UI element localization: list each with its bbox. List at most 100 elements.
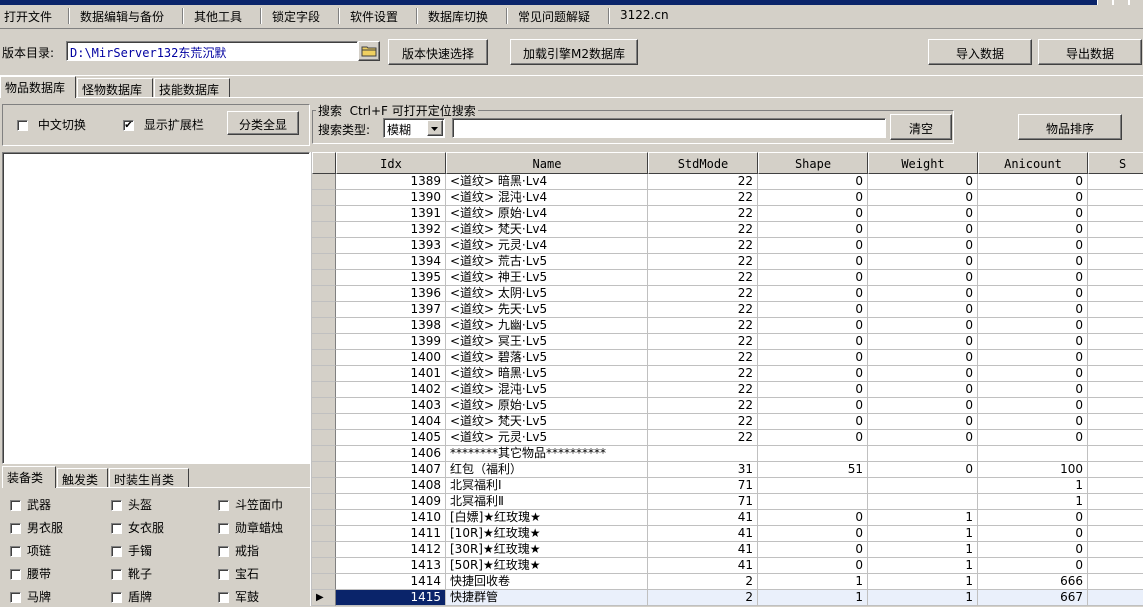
header-stdmode[interactable]: StdMode xyxy=(648,152,758,174)
tab-skill-db[interactable]: 技能数据库 xyxy=(154,78,230,98)
cell-shape[interactable]: 0 xyxy=(758,190,868,206)
cell-stdmode[interactable]: 22 xyxy=(648,302,758,318)
cell-name[interactable]: <道纹> 暗黑·Lv4 xyxy=(446,174,648,190)
load-engine-db-button[interactable]: 加载引擎M2数据库 xyxy=(510,39,638,65)
cell-shape[interactable]: 0 xyxy=(758,174,868,190)
cell-weight[interactable]: 0 xyxy=(868,382,978,398)
cell-shape[interactable]: 0 xyxy=(758,222,868,238)
cell-anicount[interactable]: 0 xyxy=(978,334,1088,350)
cell-idx[interactable]: 1409 xyxy=(336,494,446,510)
chinese-toggle-checkbox[interactable]: 中文切换 xyxy=(17,116,86,133)
cell-shape[interactable]: 0 xyxy=(758,542,868,558)
cell-anicount[interactable]: 100 xyxy=(978,462,1088,478)
cell-shape[interactable]: 0 xyxy=(758,414,868,430)
cell-name[interactable]: <道纹> 元灵·Lv5 xyxy=(446,430,648,446)
cell-weight[interactable]: 0 xyxy=(868,286,978,302)
row-indicator[interactable] xyxy=(312,270,336,286)
cell-weight[interactable]: 0 xyxy=(868,366,978,382)
cell-stdmode[interactable]: 71 xyxy=(648,478,758,494)
import-data-button[interactable]: 导入数据 xyxy=(928,39,1032,65)
cell-weight[interactable]: 1 xyxy=(868,558,978,574)
cell-stdmode[interactable]: 22 xyxy=(648,206,758,222)
search-type-select[interactable]: 模糊 xyxy=(383,118,445,138)
table-row[interactable]: 1396 <道纹> 太阴·Lv5 22 0 0 0 xyxy=(312,286,1143,302)
cat-bracelet[interactable]: 手镯 xyxy=(111,542,152,559)
menu-software-settings[interactable]: 软件设置 xyxy=(350,8,398,25)
cell-anicount[interactable]: 0 xyxy=(978,510,1088,526)
cell-shape[interactable]: 0 xyxy=(758,318,868,334)
cat-belt[interactable]: 腰带 xyxy=(10,565,51,582)
cell-next[interactable] xyxy=(1088,462,1143,478)
cell-stdmode[interactable]: 41 xyxy=(648,558,758,574)
cell-shape[interactable]: 51 xyxy=(758,462,868,478)
checkbox-box[interactable] xyxy=(218,592,229,603)
cell-idx[interactable]: 1398 xyxy=(336,318,446,334)
cell-idx[interactable]: 1394 xyxy=(336,254,446,270)
cell-next[interactable] xyxy=(1088,558,1143,574)
cell-weight[interactable]: 0 xyxy=(868,238,978,254)
cat-war-drum[interactable]: 军鼓 xyxy=(218,588,259,605)
cell-shape[interactable]: 1 xyxy=(758,590,868,606)
version-quick-select-button[interactable]: 版本快速选择 xyxy=(388,39,488,65)
cat-gem[interactable]: 宝石 xyxy=(218,565,259,582)
cell-weight[interactable]: 0 xyxy=(868,206,978,222)
cat-shield-tag[interactable]: 盾牌 xyxy=(111,588,152,605)
cell-anicount[interactable]: 667 xyxy=(978,590,1088,606)
cell-idx[interactable]: 1411 xyxy=(336,526,446,542)
cell-idx[interactable]: 1405 xyxy=(336,430,446,446)
cell-weight[interactable]: 0 xyxy=(868,318,978,334)
cell-next[interactable] xyxy=(1088,318,1143,334)
cell-stdmode[interactable]: 41 xyxy=(648,542,758,558)
checkbox-box[interactable] xyxy=(10,523,21,534)
cell-idx[interactable]: 1415 xyxy=(336,590,446,606)
cell-shape[interactable]: 0 xyxy=(758,382,868,398)
menu-open-file[interactable]: 打开文件 xyxy=(4,8,52,25)
row-indicator[interactable] xyxy=(312,414,336,430)
cell-idx[interactable]: 1408 xyxy=(336,478,446,494)
table-row[interactable]: 1392 <道纹> 梵天·Lv4 22 0 0 0 xyxy=(312,222,1143,238)
cell-idx[interactable]: 1406 xyxy=(336,446,446,462)
checkbox-box[interactable] xyxy=(111,500,122,511)
cell-shape[interactable]: 0 xyxy=(758,350,868,366)
cell-name[interactable]: <道纹> 碧落·Lv5 xyxy=(446,350,648,366)
browse-folder-button[interactable] xyxy=(358,41,380,61)
cell-stdmode[interactable]: 41 xyxy=(648,526,758,542)
item-data-grid[interactable]: Idx Name StdMode Shape Weight Anicount S… xyxy=(312,152,1143,606)
cell-weight[interactable]: 0 xyxy=(868,398,978,414)
cat-helmet[interactable]: 头盔 xyxy=(111,496,152,513)
cell-stdmode[interactable]: 22 xyxy=(648,174,758,190)
cell-anicount[interactable]: 0 xyxy=(978,222,1088,238)
cell-anicount[interactable]: 0 xyxy=(978,398,1088,414)
header-next-column[interactable]: S xyxy=(1088,152,1143,174)
table-row[interactable]: 1399 <道纹> 冥王·Lv5 22 0 0 0 xyxy=(312,334,1143,350)
row-indicator[interactable] xyxy=(312,526,336,542)
cell-name[interactable]: <道纹> 梵天·Lv4 xyxy=(446,222,648,238)
cell-shape[interactable] xyxy=(758,478,868,494)
cell-anicount[interactable]: 0 xyxy=(978,238,1088,254)
table-row[interactable]: 1414 快捷回收卷 2 1 1 666 xyxy=(312,574,1143,590)
table-row[interactable]: 1390 <道纹> 混沌·Lv4 22 0 0 0 xyxy=(312,190,1143,206)
row-indicator[interactable] xyxy=(312,398,336,414)
cell-anicount[interactable]: 0 xyxy=(978,542,1088,558)
row-indicator[interactable] xyxy=(312,206,336,222)
cell-shape[interactable] xyxy=(758,446,868,462)
cell-idx[interactable]: 1396 xyxy=(336,286,446,302)
cell-idx[interactable]: 1399 xyxy=(336,334,446,350)
cell-next[interactable] xyxy=(1088,366,1143,382)
cell-shape[interactable]: 0 xyxy=(758,270,868,286)
cell-weight[interactable]: 0 xyxy=(868,270,978,286)
cell-anicount[interactable]: 0 xyxy=(978,366,1088,382)
cell-weight[interactable]: 0 xyxy=(868,414,978,430)
cell-anicount[interactable]: 0 xyxy=(978,526,1088,542)
header-anicount[interactable]: Anicount xyxy=(978,152,1088,174)
cat-female-clothes[interactable]: 女衣服 xyxy=(111,519,164,536)
cat-necklace[interactable]: 项链 xyxy=(10,542,51,559)
table-row[interactable]: 1394 <道纹> 荒古·Lv5 22 0 0 0 xyxy=(312,254,1143,270)
cell-next[interactable] xyxy=(1088,526,1143,542)
cell-name[interactable]: ********其它物品********** xyxy=(446,446,648,462)
row-indicator[interactable]: ▶ xyxy=(312,590,336,606)
row-indicator[interactable] xyxy=(312,558,336,574)
cell-next[interactable] xyxy=(1088,414,1143,430)
checkbox-box[interactable] xyxy=(218,546,229,557)
cell-shape[interactable]: 0 xyxy=(758,238,868,254)
